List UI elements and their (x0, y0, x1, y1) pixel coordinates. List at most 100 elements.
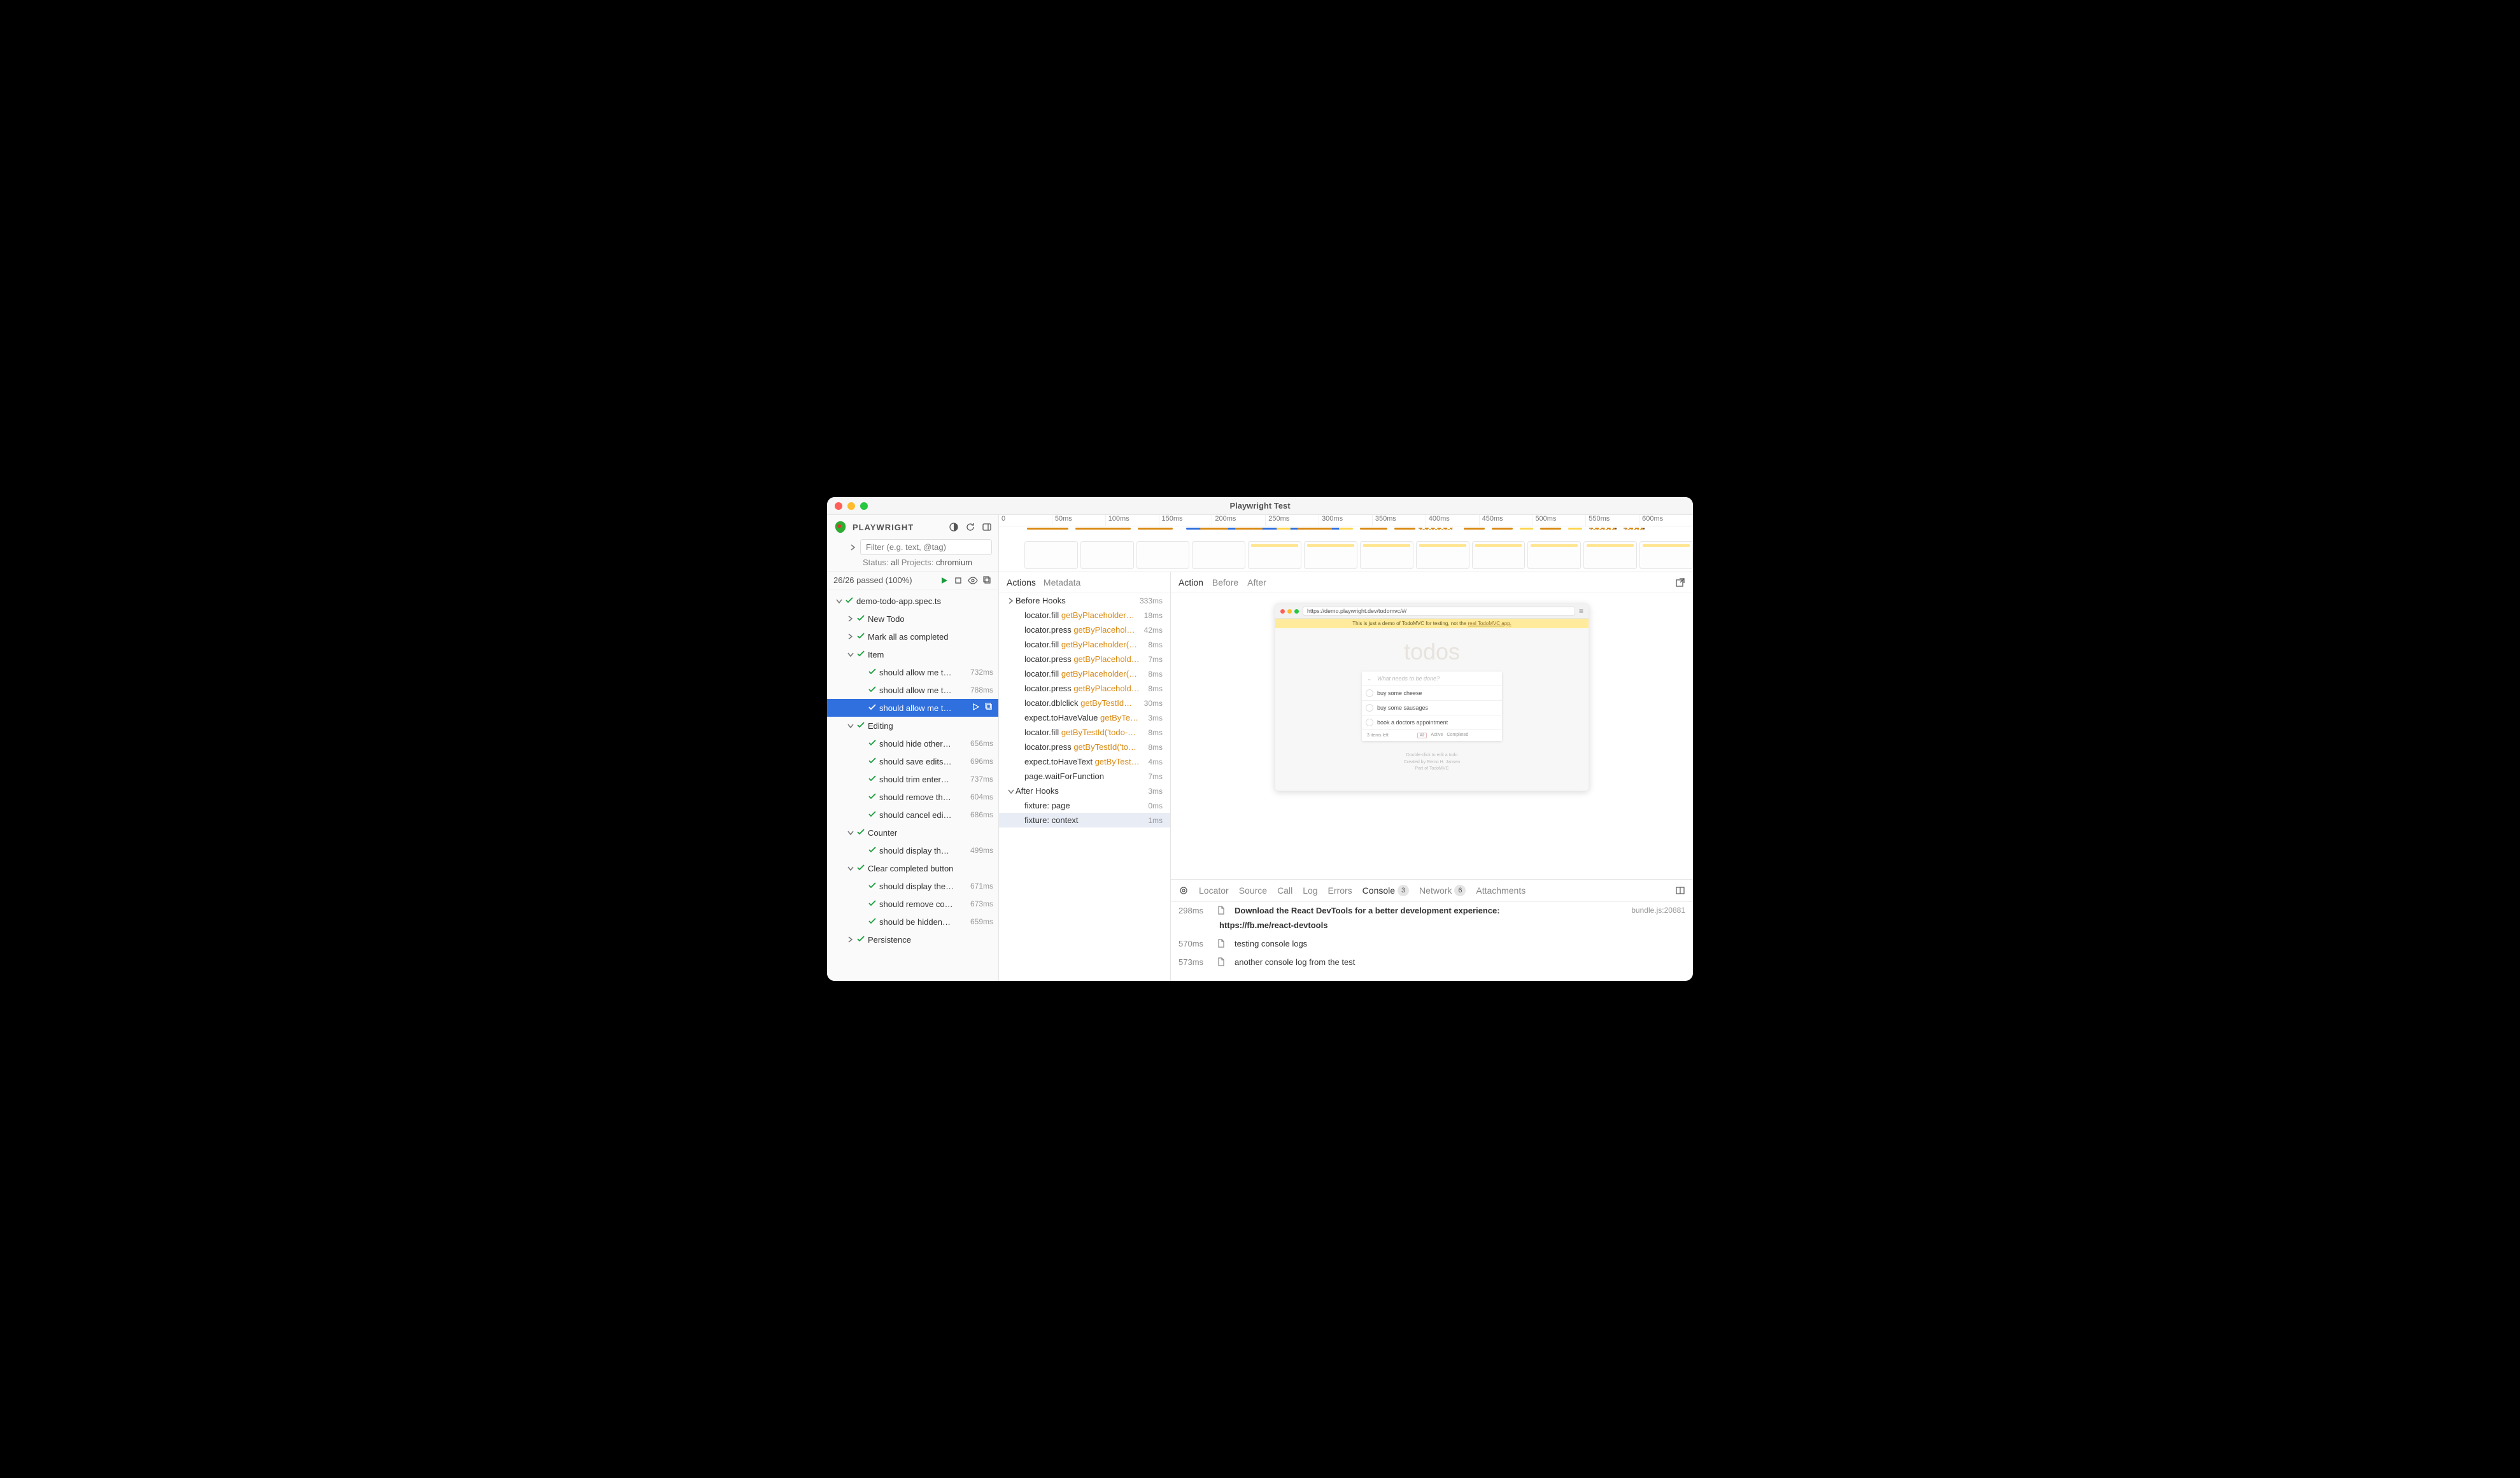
action-row[interactable]: locator.press getByPlacehol…42ms (999, 623, 1170, 637)
timeline-thumbnail[interactable] (1527, 541, 1581, 569)
timeline-thumbnails[interactable] (999, 541, 1693, 569)
tree-item[interactable]: Item (827, 645, 998, 663)
snapshot-viewport[interactable]: https://demo.playwright.dev/todomvc/#/ ≡… (1171, 593, 1693, 879)
action-row[interactable]: expect.toHaveText getByTest…4ms (999, 754, 1170, 769)
action-row[interactable]: locator.fill getByPlaceholder(…8ms (999, 666, 1170, 681)
console-row[interactable]: 298msDownload the React DevTools for a b… (1171, 902, 1693, 920)
action-row[interactable]: locator.press getByPlacehold…7ms (999, 652, 1170, 666)
tree-item[interactable]: should be hidden…659ms (827, 913, 998, 931)
tree-item[interactable]: should allow me t…788ms (827, 681, 998, 699)
chevron-down-icon[interactable] (846, 722, 855, 729)
timeline-thumbnail[interactable] (1192, 541, 1245, 569)
action-duration: 8ms (1148, 728, 1163, 737)
status-value[interactable]: all (891, 558, 899, 567)
timeline-thumbnail[interactable] (1416, 541, 1469, 569)
run-test-icon[interactable] (972, 703, 980, 713)
mock-close-icon (1280, 609, 1285, 614)
timeline[interactable]: 050ms100ms150ms200ms250ms300ms350ms400ms… (999, 515, 1693, 572)
timeline-thumbnail[interactable] (1472, 541, 1525, 569)
timeline-thumbnail[interactable] (1583, 541, 1637, 569)
copy-test-icon[interactable] (985, 703, 993, 713)
tab-network[interactable]: Network 6 (1419, 885, 1466, 896)
stop-icon[interactable] (954, 576, 963, 585)
action-row[interactable]: locator.press getByPlacehold…8ms (999, 681, 1170, 696)
console-link[interactable]: https://fb.me/react-devtools (1219, 920, 1327, 930)
action-row[interactable]: Before Hooks333ms (999, 593, 1170, 608)
tree-item[interactable]: should remove co…673ms (827, 895, 998, 913)
tree-item[interactable]: should save edits…696ms (827, 752, 998, 770)
tab-console[interactable]: Console 3 (1363, 885, 1409, 896)
filter-collapse-icon[interactable] (850, 544, 856, 551)
tree-item[interactable]: should display th…499ms (827, 841, 998, 859)
timeline-thumbnail[interactable] (1024, 541, 1078, 569)
refresh-icon[interactable] (965, 522, 975, 532)
timeline-thumbnail[interactable] (1080, 541, 1134, 569)
chevron-down-icon[interactable] (835, 598, 844, 604)
chevron-down-icon[interactable] (1007, 788, 1016, 794)
tab-before-snapshot[interactable]: Before (1212, 577, 1238, 588)
tree-item[interactable]: should remove th…604ms (827, 788, 998, 806)
timeline-thumbnail[interactable] (1304, 541, 1357, 569)
timeline-thumbnail[interactable] (1360, 541, 1413, 569)
tree-item[interactable]: New Todo (827, 610, 998, 628)
console-row[interactable]: 573msanother console log from the test (1171, 954, 1693, 972)
action-row[interactable]: After Hooks3ms (999, 784, 1170, 798)
action-row[interactable]: fixture: context1ms (999, 813, 1170, 827)
tab-call[interactable]: Call (1277, 885, 1292, 896)
tree-item[interactable]: should display the…671ms (827, 877, 998, 895)
tab-action-snapshot[interactable]: Action (1179, 577, 1203, 588)
todo-filter: Completed (1447, 733, 1468, 738)
tree-item[interactable]: should cancel edi…686ms (827, 806, 998, 824)
action-row[interactable]: locator.press getByTestId('to…8ms (999, 740, 1170, 754)
timeline-thumbnail[interactable] (1136, 541, 1190, 569)
chevron-down-icon[interactable] (846, 651, 855, 658)
tree-item[interactable]: Mark all as completed (827, 628, 998, 645)
tree-item[interactable]: should hide other…656ms (827, 735, 998, 752)
tab-attachments[interactable]: Attachments (1476, 885, 1525, 896)
test-tree[interactable]: demo-todo-app.spec.tsNew TodoMark all as… (827, 589, 998, 981)
run-all-icon[interactable] (940, 576, 949, 585)
tab-locator[interactable]: Locator (1199, 885, 1229, 896)
chevron-right-icon[interactable] (1007, 598, 1016, 604)
tree-item[interactable]: should trim enter…737ms (827, 770, 998, 788)
action-row[interactable]: locator.fill getByPlaceholder(…8ms (999, 637, 1170, 652)
tab-log[interactable]: Log (1303, 885, 1317, 896)
open-external-icon[interactable] (1675, 577, 1685, 588)
projects-value[interactable]: chromium (936, 558, 972, 567)
tab-metadata[interactable]: Metadata (1044, 577, 1080, 588)
tab-errors[interactable]: Errors (1328, 885, 1352, 896)
tree-item[interactable]: Clear completed button (827, 859, 998, 877)
inspect-icon[interactable] (1179, 885, 1189, 896)
theme-toggle-icon[interactable] (949, 522, 959, 532)
console-body[interactable]: 298msDownload the React DevTools for a b… (1171, 902, 1693, 981)
copy-icon[interactable] (983, 576, 992, 585)
tab-after-snapshot[interactable]: After (1247, 577, 1266, 588)
panel-toggle-icon[interactable] (982, 522, 992, 532)
action-row[interactable]: locator.fill getByTestId('todo-…8ms (999, 725, 1170, 740)
actions-list[interactable]: Before Hooks333mslocator.fill getByPlace… (999, 593, 1170, 981)
tab-actions[interactable]: Actions (1007, 577, 1036, 588)
chevron-down-icon[interactable] (846, 829, 855, 836)
action-row[interactable]: expect.toHaveValue getByTe…3ms (999, 710, 1170, 725)
watch-icon[interactable] (968, 577, 978, 584)
chevron-right-icon[interactable] (846, 936, 855, 943)
tree-item[interactable]: Editing (827, 717, 998, 735)
tab-source[interactable]: Source (1239, 885, 1267, 896)
action-row[interactable]: locator.dblclick getByTestId…30ms (999, 696, 1170, 710)
split-panel-icon[interactable] (1675, 885, 1685, 896)
tree-item[interactable]: should allow me t…732ms (827, 663, 998, 681)
action-row[interactable]: fixture: page0ms (999, 798, 1170, 813)
timeline-thumbnail[interactable] (1248, 541, 1301, 569)
tree-item[interactable]: should allow me t… (827, 699, 998, 717)
tree-item[interactable]: demo-todo-app.spec.ts (827, 592, 998, 610)
filter-input[interactable] (860, 539, 992, 555)
chevron-down-icon[interactable] (846, 865, 855, 871)
console-row[interactable]: 570mstesting console logs (1171, 935, 1693, 954)
timeline-thumbnail[interactable] (1639, 541, 1693, 569)
chevron-right-icon[interactable] (846, 633, 855, 640)
tree-item[interactable]: Persistence (827, 931, 998, 948)
chevron-right-icon[interactable] (846, 616, 855, 622)
action-row[interactable]: locator.fill getByPlaceholder…18ms (999, 608, 1170, 623)
tree-item[interactable]: Counter (827, 824, 998, 841)
action-row[interactable]: page.waitForFunction7ms (999, 769, 1170, 784)
